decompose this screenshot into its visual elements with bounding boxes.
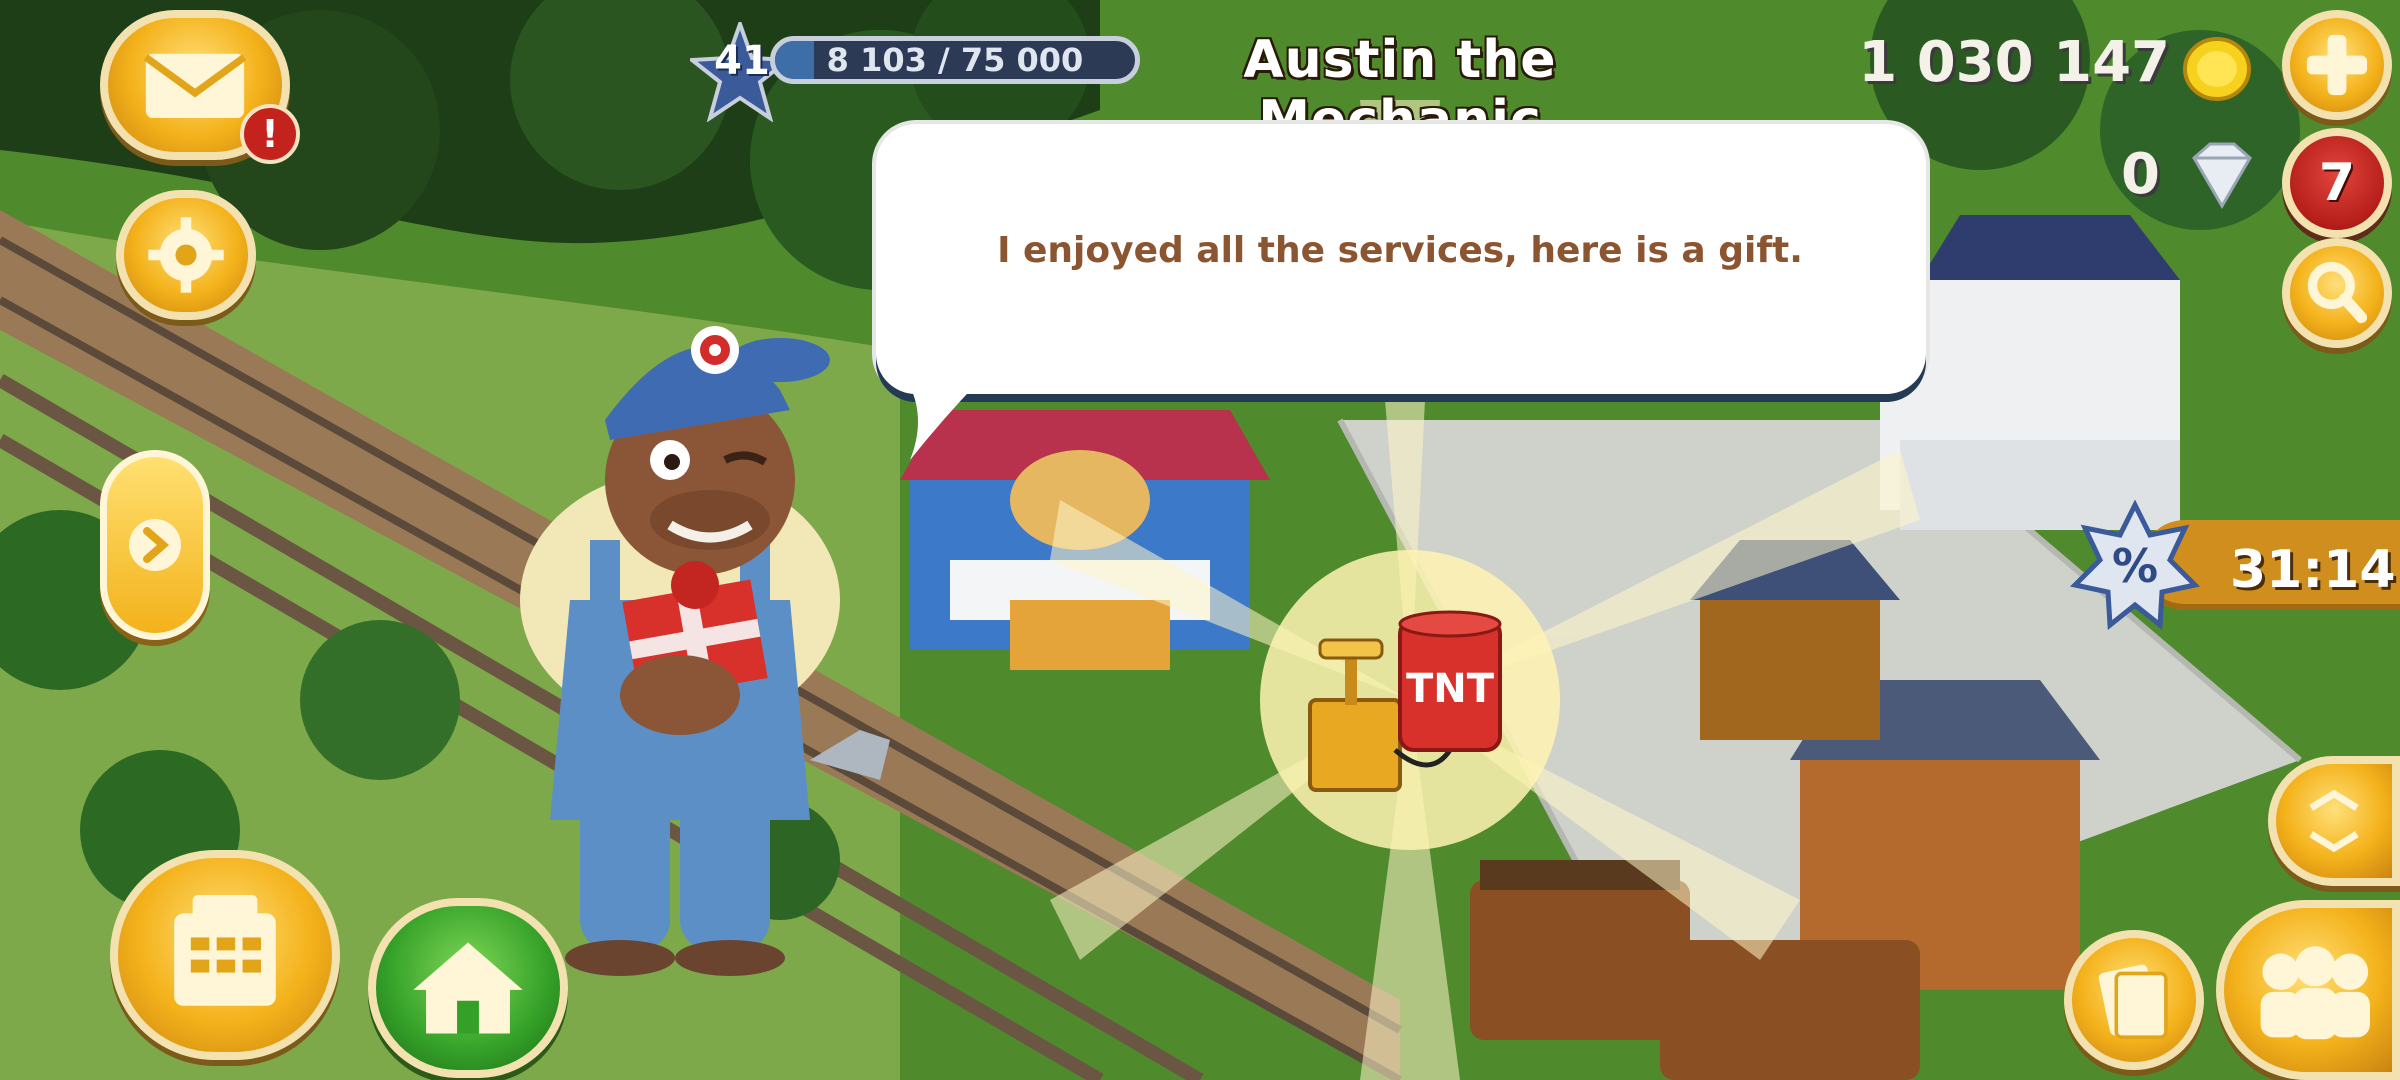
speech-bubble-tail: [900, 370, 990, 460]
buy-diamonds-button[interactable]: 7: [2282, 128, 2392, 238]
collection-button[interactable]: [2064, 930, 2204, 1070]
chevron-right-icon: [129, 519, 181, 571]
expand-arrows-icon: [2309, 789, 2359, 853]
gear-icon: [148, 217, 224, 293]
xp-progress-text: 8 103 / 75 000: [826, 41, 1084, 79]
mail-alert-mark: !: [261, 112, 279, 156]
coins-count: 1 030 147: [1858, 30, 2170, 95]
diamond-offer-count: 7: [2318, 153, 2356, 213]
discount-badge-icon: %: [2070, 500, 2200, 630]
cards-icon: [2098, 964, 2168, 1039]
player-level: 41: [714, 38, 770, 84]
search-button[interactable]: [2282, 238, 2392, 348]
tnt-detonator-icon: TNT: [1308, 610, 1502, 792]
fullscreen-button[interactable]: [2268, 756, 2400, 886]
cash-register-icon: [174, 894, 276, 1006]
settings-button[interactable]: [116, 190, 256, 320]
diamond-icon: [2192, 142, 2252, 209]
friends-button[interactable]: [2216, 900, 2400, 1080]
coin-icon: [2183, 37, 2251, 101]
xp-progress-bar: 8 103 / 75 000: [770, 36, 1140, 84]
svg-text:%: %: [2112, 539, 2158, 593]
plus-icon: [2306, 34, 2368, 96]
add-coins-button[interactable]: [2282, 10, 2392, 120]
boost-timer: 31:14: [2230, 540, 2396, 600]
mechanic-character: [520, 326, 890, 976]
diamonds-count: 0: [2121, 142, 2160, 207]
people-icon: [2260, 946, 2370, 1040]
house-icon: [413, 942, 523, 1034]
shop-button[interactable]: [110, 850, 340, 1060]
home-button[interactable]: [368, 898, 568, 1078]
tnt-label: TNT: [1406, 666, 1495, 712]
mail-alert-badge: !: [240, 104, 300, 164]
expand-npc-button[interactable]: [100, 450, 210, 640]
gift-reward[interactable]: TNT: [1300, 610, 1520, 800]
dialog-message: I enjoyed all the services, here is a gi…: [997, 230, 1803, 271]
magnifier-icon: [2307, 261, 2368, 324]
